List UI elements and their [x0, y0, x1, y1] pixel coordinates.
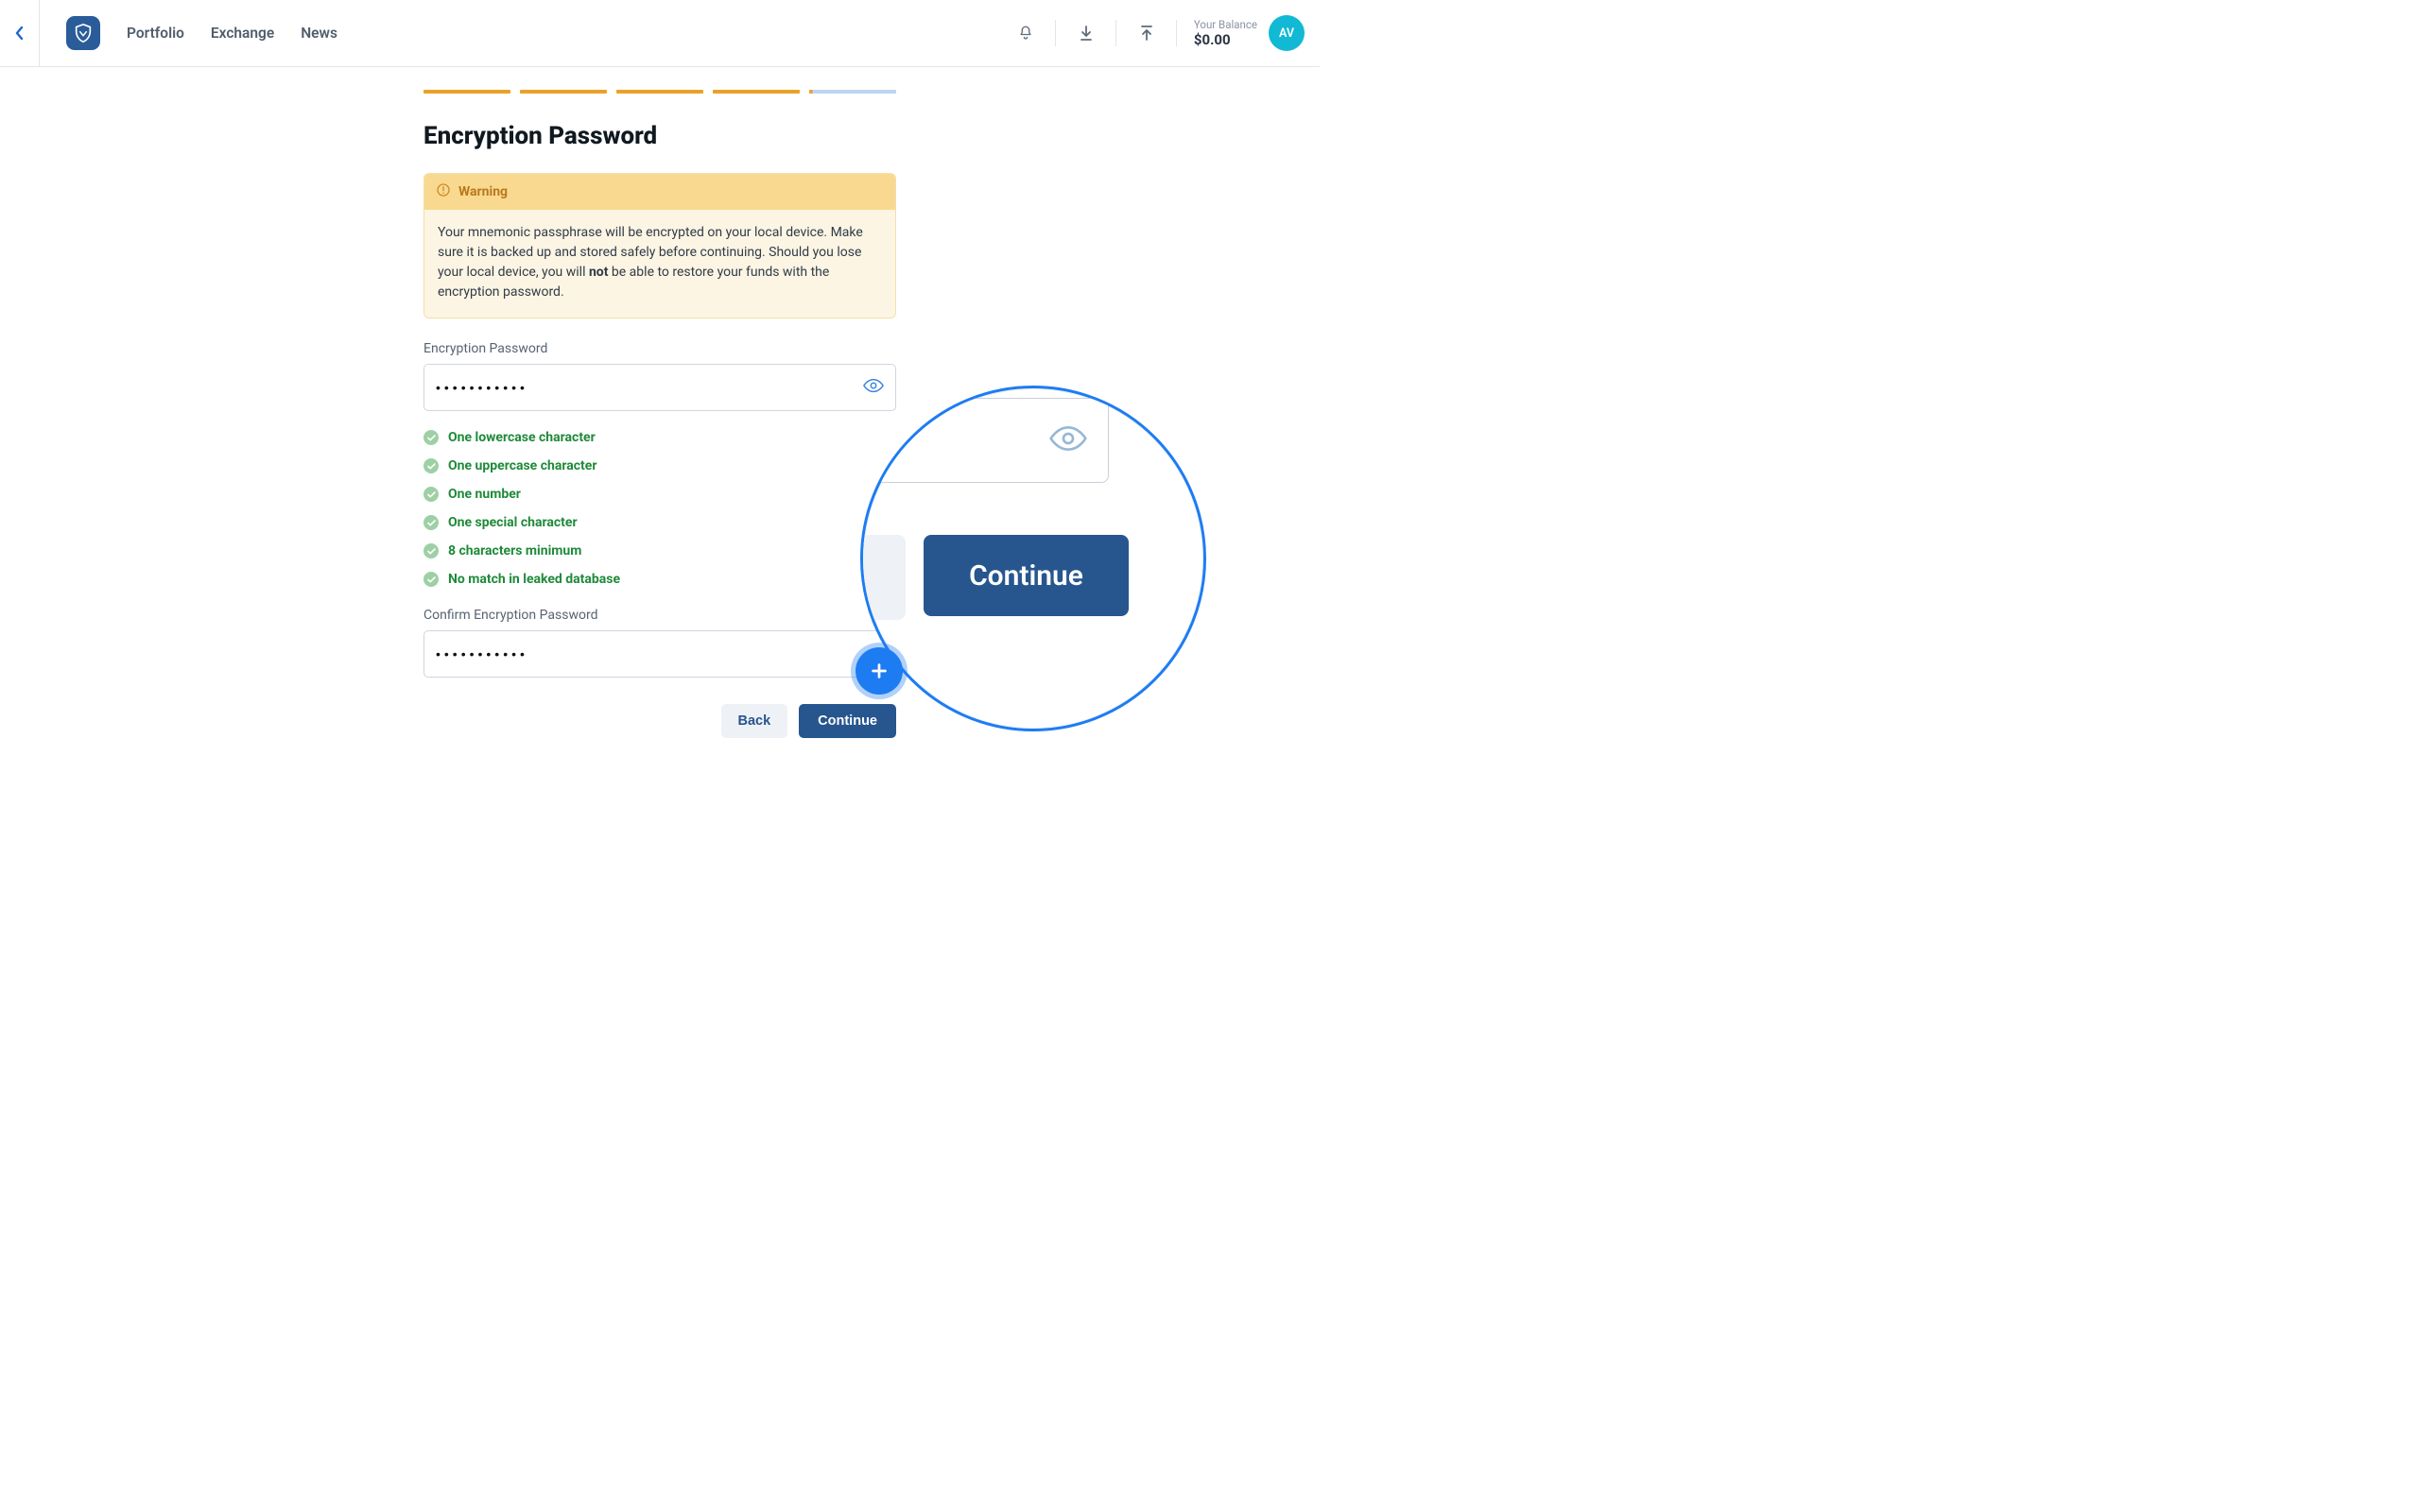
avatar[interactable]: AV	[1269, 15, 1305, 51]
rule-text: No match in leaked database	[448, 572, 620, 587]
rule-lowercase: One lowercase character	[424, 430, 896, 445]
rule-text: One number	[448, 487, 521, 502]
rule-uppercase: One uppercase character	[424, 458, 896, 473]
receive-icon[interactable]	[1056, 14, 1116, 52]
nav-news[interactable]: News	[301, 25, 337, 42]
app-header: Portfolio Exchange News Your Balance $0.…	[0, 0, 1320, 67]
password-rules: One lowercase character One uppercase ch…	[424, 430, 896, 587]
app-logo[interactable]	[66, 16, 100, 50]
back-icon[interactable]	[11, 25, 28, 42]
password-row	[424, 364, 896, 411]
check-icon	[424, 543, 439, 558]
back-column	[0, 0, 40, 66]
rule-text: 8 characters minimum	[448, 543, 581, 558]
magnified-input-fragment	[860, 398, 1109, 483]
confirm-password-input[interactable]	[436, 646, 884, 662]
rule-text: One special character	[448, 515, 578, 530]
step-5	[809, 90, 896, 94]
magnifier-add-icon[interactable]	[856, 647, 903, 695]
notifications-icon[interactable]	[995, 14, 1056, 52]
rule-leaked: No match in leaked database	[424, 572, 896, 587]
balance-label: Your Balance	[1194, 18, 1257, 31]
warning-icon	[436, 182, 451, 201]
nav-portfolio[interactable]: Portfolio	[127, 25, 184, 42]
check-icon	[424, 458, 439, 473]
confirm-password-row	[424, 630, 896, 678]
back-button[interactable]: Back	[721, 704, 788, 738]
progress-steps	[424, 90, 896, 94]
magnified-back-fragment	[860, 535, 906, 620]
check-icon	[424, 572, 439, 587]
rule-minlength: 8 characters minimum	[424, 543, 896, 558]
warning-body: Your mnemonic passphrase will be encrypt…	[424, 210, 895, 318]
step-1	[424, 90, 510, 94]
send-icon[interactable]	[1116, 14, 1177, 52]
check-icon	[424, 515, 439, 530]
magnifier-lens: Continue	[860, 386, 1206, 731]
rule-special: One special character	[424, 515, 896, 530]
magnified-eye-icon	[1049, 425, 1087, 455]
check-icon	[424, 430, 439, 445]
step-4	[713, 90, 800, 94]
nav-exchange[interactable]: Exchange	[211, 25, 274, 42]
password-label: Encryption Password	[424, 341, 896, 356]
password-input[interactable]	[436, 380, 863, 395]
step-3	[616, 90, 703, 94]
magnified-continue-button[interactable]: Continue	[924, 535, 1129, 616]
check-icon	[424, 487, 439, 502]
warning-label: Warning	[458, 184, 508, 199]
confirm-password-label: Confirm Encryption Password	[424, 608, 896, 623]
rule-text: One uppercase character	[448, 458, 596, 473]
action-row: Back Continue	[424, 704, 896, 738]
warning-box: Warning Your mnemonic passphrase will be…	[424, 173, 896, 318]
balance-display: Your Balance $0.00	[1194, 18, 1257, 48]
step-2	[520, 90, 607, 94]
balance-value: $0.00	[1194, 31, 1257, 48]
main-content: Encryption Password Warning Your mnemoni…	[424, 90, 896, 738]
rule-text: One lowercase character	[448, 430, 596, 445]
page-title: Encryption Password	[424, 122, 896, 150]
rule-number: One number	[424, 487, 896, 502]
